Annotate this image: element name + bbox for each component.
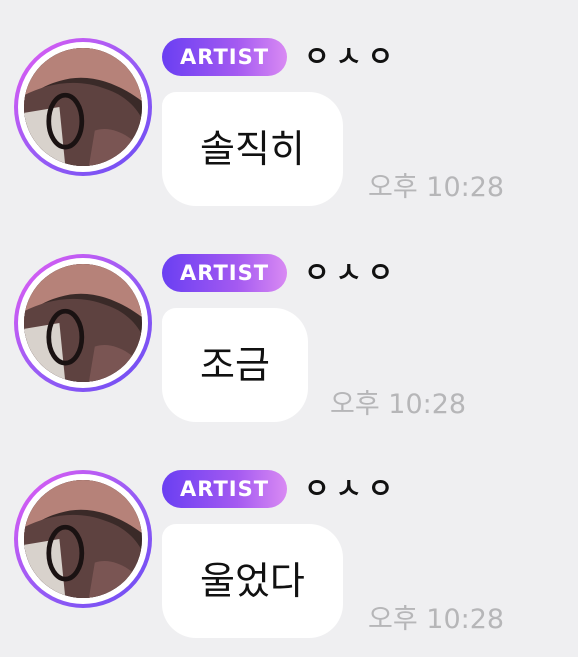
message-timestamp: 오후 10:28 [330, 389, 467, 420]
artist-badge: ARTIST [162, 254, 288, 292]
message-timestamp: 오후 10:28 [368, 604, 505, 635]
chat-message: ARTIST ㅇㅅㅇ 울었다 오후 10:28 [0, 0, 578, 638]
avatar-photo-icon [24, 480, 142, 598]
sender-nickname: ㅇㅅㅇ [304, 472, 400, 505]
sender-nickname: ㅇㅅㅇ [304, 256, 400, 289]
avatar[interactable] [14, 254, 152, 392]
artist-badge: ARTIST [162, 470, 288, 508]
avatar[interactable] [14, 470, 152, 608]
message-bubble[interactable]: 조금 [162, 308, 308, 422]
avatar-photo-icon [24, 264, 142, 382]
message-bubble[interactable]: 울었다 [162, 524, 343, 638]
